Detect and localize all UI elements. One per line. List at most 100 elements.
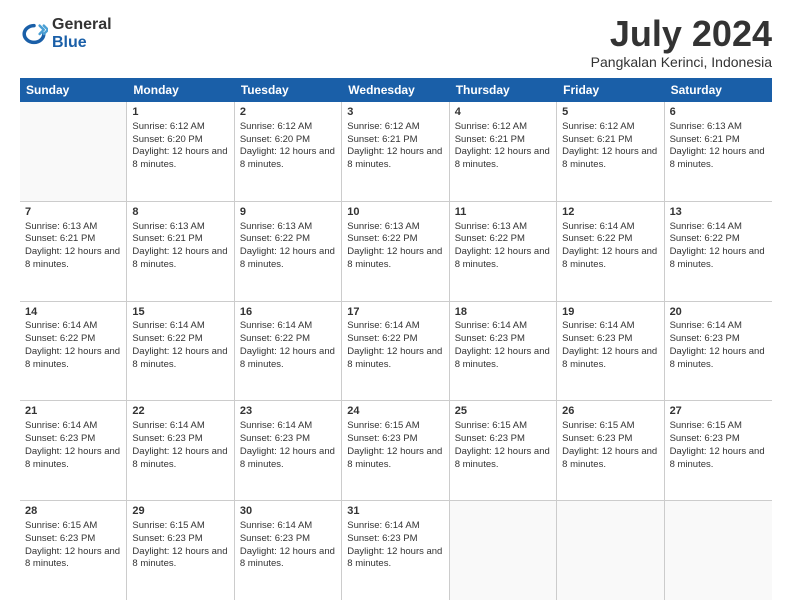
calendar-cell: 29Sunrise: 6:15 AM Sunset: 6:23 PM Dayli… [127,501,234,600]
header-day-tuesday: Tuesday [235,78,342,102]
day-number: 31 [347,504,443,519]
day-number: 2 [240,105,336,120]
sun-info: Sunrise: 6:14 AM Sunset: 6:23 PM Dayligh… [347,520,443,571]
day-number: 12 [562,205,658,220]
calendar-cell: 3Sunrise: 6:12 AM Sunset: 6:21 PM Daylig… [342,102,449,201]
sun-info: Sunrise: 6:12 AM Sunset: 6:21 PM Dayligh… [455,121,551,172]
day-number: 23 [240,404,336,419]
calendar-cell: 24Sunrise: 6:15 AM Sunset: 6:23 PM Dayli… [342,401,449,500]
calendar-cell: 23Sunrise: 6:14 AM Sunset: 6:23 PM Dayli… [235,401,342,500]
calendar-cell: 13Sunrise: 6:14 AM Sunset: 6:22 PM Dayli… [665,202,772,301]
sun-info: Sunrise: 6:12 AM Sunset: 6:20 PM Dayligh… [132,121,228,172]
page: General Blue July 2024 Pangkalan Kerinci… [0,0,792,612]
day-number: 26 [562,404,658,419]
calendar-cell: 5Sunrise: 6:12 AM Sunset: 6:21 PM Daylig… [557,102,664,201]
logo-icon [20,20,48,48]
sun-info: Sunrise: 6:15 AM Sunset: 6:23 PM Dayligh… [455,420,551,471]
sun-info: Sunrise: 6:14 AM Sunset: 6:22 PM Dayligh… [25,320,121,371]
day-number: 24 [347,404,443,419]
day-number: 15 [132,305,228,320]
header-day-thursday: Thursday [450,78,557,102]
calendar: SundayMondayTuesdayWednesdayThursdayFrid… [20,78,772,600]
day-number: 7 [25,205,121,220]
sun-info: Sunrise: 6:14 AM Sunset: 6:23 PM Dayligh… [25,420,121,471]
day-number: 13 [670,205,767,220]
day-number: 29 [132,504,228,519]
logo-general: General [52,16,112,34]
day-number: 3 [347,105,443,120]
day-number: 4 [455,105,551,120]
day-number: 25 [455,404,551,419]
calendar-cell: 20Sunrise: 6:14 AM Sunset: 6:23 PM Dayli… [665,302,772,401]
header-day-wednesday: Wednesday [342,78,449,102]
sun-info: Sunrise: 6:12 AM Sunset: 6:21 PM Dayligh… [562,121,658,172]
sun-info: Sunrise: 6:14 AM Sunset: 6:22 PM Dayligh… [562,221,658,272]
calendar-cell: 26Sunrise: 6:15 AM Sunset: 6:23 PM Dayli… [557,401,664,500]
calendar-cell: 11Sunrise: 6:13 AM Sunset: 6:22 PM Dayli… [450,202,557,301]
logo: General Blue [20,16,112,51]
day-number: 20 [670,305,767,320]
day-number: 11 [455,205,551,220]
sun-info: Sunrise: 6:13 AM Sunset: 6:21 PM Dayligh… [670,121,767,172]
sun-info: Sunrise: 6:14 AM Sunset: 6:22 PM Dayligh… [240,320,336,371]
calendar-cell: 27Sunrise: 6:15 AM Sunset: 6:23 PM Dayli… [665,401,772,500]
calendar-cell: 12Sunrise: 6:14 AM Sunset: 6:22 PM Dayli… [557,202,664,301]
sun-info: Sunrise: 6:15 AM Sunset: 6:23 PM Dayligh… [347,420,443,471]
calendar-week-2: 7Sunrise: 6:13 AM Sunset: 6:21 PM Daylig… [20,202,772,302]
calendar-cell: 18Sunrise: 6:14 AM Sunset: 6:23 PM Dayli… [450,302,557,401]
sun-info: Sunrise: 6:14 AM Sunset: 6:22 PM Dayligh… [132,320,228,371]
sun-info: Sunrise: 6:13 AM Sunset: 6:22 PM Dayligh… [240,221,336,272]
day-number: 8 [132,205,228,220]
day-number: 28 [25,504,121,519]
day-number: 19 [562,305,658,320]
day-number: 30 [240,504,336,519]
sun-info: Sunrise: 6:14 AM Sunset: 6:23 PM Dayligh… [132,420,228,471]
calendar-week-1: 1Sunrise: 6:12 AM Sunset: 6:20 PM Daylig… [20,102,772,202]
sun-info: Sunrise: 6:15 AM Sunset: 6:23 PM Dayligh… [132,520,228,571]
location: Pangkalan Kerinci, Indonesia [591,54,772,70]
header-day-monday: Monday [127,78,234,102]
sun-info: Sunrise: 6:14 AM Sunset: 6:23 PM Dayligh… [455,320,551,371]
calendar-cell: 22Sunrise: 6:14 AM Sunset: 6:23 PM Dayli… [127,401,234,500]
calendar-cell: 10Sunrise: 6:13 AM Sunset: 6:22 PM Dayli… [342,202,449,301]
day-number: 22 [132,404,228,419]
day-number: 14 [25,305,121,320]
sun-info: Sunrise: 6:14 AM Sunset: 6:23 PM Dayligh… [240,520,336,571]
calendar-cell: 19Sunrise: 6:14 AM Sunset: 6:23 PM Dayli… [557,302,664,401]
calendar-cell: 14Sunrise: 6:14 AM Sunset: 6:22 PM Dayli… [20,302,127,401]
calendar-cell: 17Sunrise: 6:14 AM Sunset: 6:22 PM Dayli… [342,302,449,401]
logo-text: General Blue [52,16,112,51]
calendar-cell: 28Sunrise: 6:15 AM Sunset: 6:23 PM Dayli… [20,501,127,600]
day-number: 18 [455,305,551,320]
calendar-cell: 31Sunrise: 6:14 AM Sunset: 6:23 PM Dayli… [342,501,449,600]
logo-blue: Blue [52,34,112,52]
day-number: 6 [670,105,767,120]
sun-info: Sunrise: 6:14 AM Sunset: 6:23 PM Dayligh… [562,320,658,371]
calendar-cell [557,501,664,600]
calendar-cell: 4Sunrise: 6:12 AM Sunset: 6:21 PM Daylig… [450,102,557,201]
day-number: 21 [25,404,121,419]
calendar-cell: 21Sunrise: 6:14 AM Sunset: 6:23 PM Dayli… [20,401,127,500]
calendar-cell: 25Sunrise: 6:15 AM Sunset: 6:23 PM Dayli… [450,401,557,500]
calendar-cell: 16Sunrise: 6:14 AM Sunset: 6:22 PM Dayli… [235,302,342,401]
calendar-cell: 30Sunrise: 6:14 AM Sunset: 6:23 PM Dayli… [235,501,342,600]
calendar-cell [665,501,772,600]
day-number: 9 [240,205,336,220]
sun-info: Sunrise: 6:12 AM Sunset: 6:20 PM Dayligh… [240,121,336,172]
sun-info: Sunrise: 6:14 AM Sunset: 6:23 PM Dayligh… [670,320,767,371]
calendar-body: 1Sunrise: 6:12 AM Sunset: 6:20 PM Daylig… [20,102,772,600]
day-number: 17 [347,305,443,320]
calendar-week-4: 21Sunrise: 6:14 AM Sunset: 6:23 PM Dayli… [20,401,772,501]
day-number: 10 [347,205,443,220]
calendar-cell: 15Sunrise: 6:14 AM Sunset: 6:22 PM Dayli… [127,302,234,401]
calendar-header: SundayMondayTuesdayWednesdayThursdayFrid… [20,78,772,102]
calendar-cell: 2Sunrise: 6:12 AM Sunset: 6:20 PM Daylig… [235,102,342,201]
month-title: July 2024 [591,16,772,52]
calendar-week-5: 28 Sunrise: 6:15 AM Sunset: 6:23 PM Dayli… [20,501,772,600]
sun-info: Sunrise: 6:12 AM Sunset: 6:21 PM Dayligh… [347,121,443,172]
sun-info: Sunrise: 6:15 AM Sunset: 6:23 PM Dayligh… [562,420,658,471]
sun-info: Sunrise: 6:13 AM Sunset: 6:22 PM Dayligh… [455,221,551,272]
sun-info: Sunrise: 6:14 AM Sunset: 6:22 PM Dayligh… [347,320,443,371]
day-number: 1 [132,105,228,120]
calendar-cell [450,501,557,600]
